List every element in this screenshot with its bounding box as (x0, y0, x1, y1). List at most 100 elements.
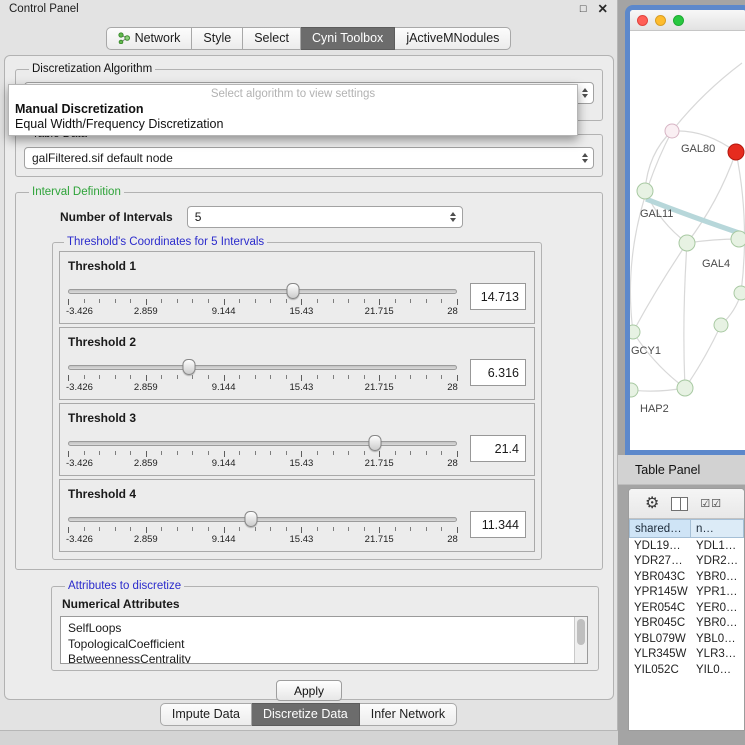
threshold-slider[interactable]: -3.4262.8599.14415.4321.71528 (68, 282, 457, 320)
table-row[interactable]: YPR145WYPR1… (629, 585, 744, 601)
table-row[interactable]: YBL079WYBL0… (629, 631, 744, 647)
float-window-icon[interactable]: □ (580, 4, 587, 15)
network-edge[interactable] (633, 332, 685, 388)
table-panel-title: Table Panel (635, 463, 700, 477)
cell-name: YDR2… (691, 555, 744, 567)
network-edge[interactable] (672, 63, 742, 131)
scrollbar-thumb[interactable] (577, 619, 585, 645)
slider-handle[interactable] (286, 283, 299, 299)
tick-label: 9.144 (212, 534, 236, 545)
table-row[interactable]: YBR045CYBR0… (629, 616, 744, 632)
list-item[interactable]: BetweennessCentrality (61, 652, 587, 664)
threshold-value-field[interactable]: 11.344 (470, 511, 526, 538)
tick-label: 21.715 (365, 534, 394, 545)
num-intervals-select[interactable]: 5 (187, 206, 463, 228)
network-edge[interactable] (633, 243, 687, 332)
threshold-slider[interactable]: -3.4262.8599.14415.4321.71528 (68, 510, 457, 548)
tab-style[interactable]: Style (192, 27, 243, 50)
tab-cyni-toolbox[interactable]: Cyni Toolbox (301, 27, 395, 50)
threshold-slider[interactable]: -3.4262.8599.14415.4321.71528 (68, 358, 457, 396)
list-scrollbar[interactable] (574, 617, 587, 663)
tab-select[interactable]: Select (243, 27, 301, 50)
select-columns-icon[interactable]: ☑☑ (700, 497, 722, 510)
tab-label: Network (135, 31, 181, 45)
threshold-value-field[interactable]: 21.4 (470, 435, 526, 462)
tab-network[interactable]: Network (106, 27, 193, 50)
tick-label: 28 (447, 382, 458, 393)
tick-label: 9.144 (212, 382, 236, 393)
network-edge[interactable] (685, 325, 721, 388)
column-header[interactable]: shared… (629, 519, 691, 538)
attributes-group-title: Attributes to discretize (65, 580, 184, 592)
network-edge[interactable] (736, 152, 745, 293)
table-row[interactable]: YER054CYER0… (629, 600, 744, 616)
table-row[interactable]: YBR043CYBR0… (629, 569, 744, 585)
network-node[interactable] (637, 183, 653, 199)
gear-icon[interactable]: ⚙ (645, 496, 659, 512)
thresholds-group: Threshold's Coordinates for 5 Intervals … (52, 236, 542, 560)
popup-option[interactable]: Manual Discretization (9, 102, 577, 117)
network-edge[interactable] (684, 243, 687, 388)
tick-label: -3.426 (66, 306, 93, 317)
list-item[interactable]: SelfLoops (61, 621, 587, 637)
table-row[interactable]: YDL19…YDL1… (629, 538, 744, 554)
close-traffic-light-icon[interactable] (637, 15, 648, 26)
table-row[interactable]: YIL052CYIL0… (629, 662, 744, 678)
threshold-box: Threshold 3-3.4262.8599.14415.4321.71528… (59, 403, 535, 476)
cell-name: YBR0… (691, 571, 744, 583)
cell-name: YBR0… (691, 617, 744, 629)
cell-shared-name: YPR145W (629, 586, 691, 598)
slider-tick-labels: -3.4262.8599.14415.4321.71528 (68, 458, 457, 469)
minimize-traffic-light-icon[interactable] (655, 15, 666, 26)
control-panel-window: Control Panel □ ✕ NetworkStyleSelectCyni… (0, 0, 618, 731)
network-node[interactable] (734, 286, 745, 300)
network-node[interactable] (630, 383, 638, 397)
table-data-select[interactable]: galFiltered.sif default node (24, 147, 594, 169)
apply-button[interactable]: Apply (276, 680, 342, 701)
threshold-box: Threshold 4-3.4262.8599.14415.4321.71528… (59, 479, 535, 552)
slider-ticks (68, 299, 457, 305)
stepper-icon (445, 207, 462, 227)
node-label: GAL4 (702, 258, 730, 270)
threshold-value-field[interactable]: 6.316 (470, 359, 526, 386)
slider-track (68, 365, 457, 370)
table-row[interactable]: YDR27…YDR2… (629, 554, 744, 570)
network-node[interactable] (677, 380, 693, 396)
attributes-listbox: SelfLoopsTopologicalCoefficientBetweenne… (60, 616, 588, 664)
columns-icon[interactable] (671, 497, 688, 511)
top-tab-strip: Network StyleSelect Cyni Toolbox jActiveMNo… (0, 27, 617, 50)
popup-placeholder-option[interactable]: Select algorithm to view settings (9, 85, 577, 102)
tab-jactivemnodules[interactable]: jActiveMNodules (395, 27, 511, 50)
zoom-traffic-light-icon[interactable] (673, 15, 684, 26)
slider-handle[interactable] (369, 435, 382, 451)
tick-label: 15.43 (290, 306, 314, 317)
network-node-selected[interactable] (728, 144, 744, 160)
popup-option[interactable]: Equal Width/Frequency Discretization (9, 117, 577, 132)
network-node[interactable] (630, 325, 640, 339)
tab-impute-data[interactable]: Impute Data (160, 703, 252, 726)
network-node[interactable] (665, 124, 679, 138)
close-icon[interactable]: ✕ (598, 3, 608, 16)
column-header[interactable]: n… (691, 519, 744, 538)
tab-discretize-data[interactable]: Discretize Data (252, 703, 360, 726)
table-row[interactable]: YLR345WYLR3… (629, 647, 744, 663)
tick-label: 21.715 (365, 382, 394, 393)
threshold-slider[interactable]: -3.4262.8599.14415.4321.71528 (68, 434, 457, 472)
node-label: GAL11 (640, 208, 673, 220)
threshold-value-field[interactable]: 14.713 (470, 283, 526, 310)
tab-label: Cyni Toolbox (312, 31, 383, 45)
cell-name: YPR1… (691, 586, 744, 598)
network-node[interactable] (714, 318, 728, 332)
slider-handle[interactable] (244, 511, 257, 527)
num-intervals-label: Number of Intervals (60, 210, 173, 224)
tick-label: 28 (447, 306, 458, 317)
table-toolbar: ⚙ ☑☑ (629, 489, 744, 519)
network-canvas[interactable]: GAL80GAL11GAL4GCY1HAP2 (630, 31, 745, 450)
network-node[interactable] (731, 231, 745, 247)
slider-track (68, 289, 457, 294)
list-item[interactable]: TopologicalCoefficient (61, 637, 587, 653)
tab-infer-network[interactable]: Infer Network (360, 703, 457, 726)
panel-body: Discretization Algorithm Table Data galF… (4, 55, 614, 700)
slider-handle[interactable] (182, 359, 195, 375)
network-node[interactable] (679, 235, 695, 251)
